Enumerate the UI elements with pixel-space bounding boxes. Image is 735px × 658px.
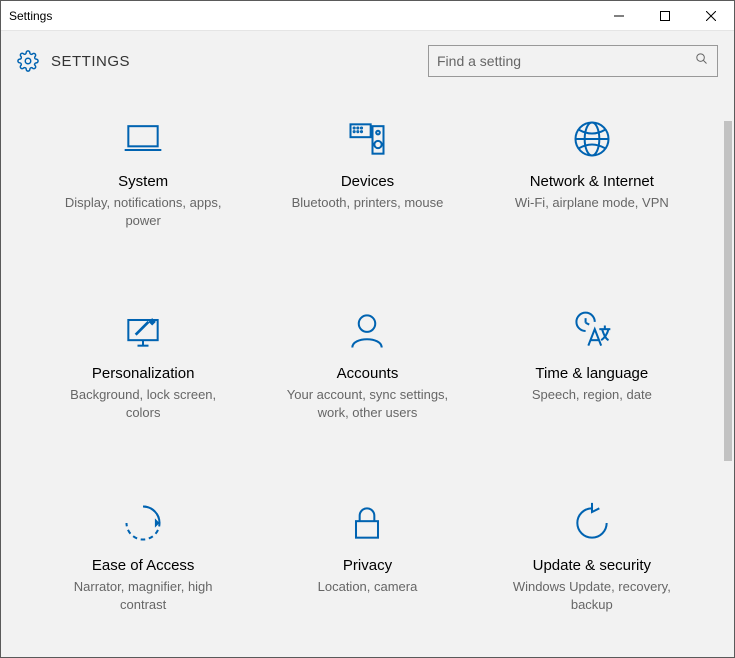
tile-devices[interactable]: Devices Bluetooth, printers, mouse	[265, 117, 469, 229]
content-area: SETTINGS System Display, notifications, …	[1, 31, 734, 657]
tile-ease-of-access[interactable]: Ease of Access Narrator, magnifier, high…	[41, 501, 245, 613]
tile-title: Accounts	[337, 365, 399, 382]
tile-title: Personalization	[92, 365, 195, 382]
gear-icon	[17, 50, 39, 72]
tile-title: Ease of Access	[92, 557, 195, 574]
time-language-icon	[570, 309, 614, 353]
tile-time-language[interactable]: Time & language Speech, region, date	[490, 309, 694, 421]
page-title: SETTINGS	[51, 53, 130, 70]
search-box[interactable]	[428, 45, 718, 77]
tile-privacy[interactable]: Privacy Location, camera	[265, 501, 469, 613]
tile-title: Network & Internet	[530, 173, 654, 190]
close-button[interactable]	[688, 1, 734, 31]
maximize-icon	[660, 11, 670, 21]
titlebar: Settings	[1, 1, 734, 31]
tile-desc: Background, lock screen, colors	[58, 386, 228, 421]
scrollbar[interactable]	[720, 121, 734, 657]
tile-desc: Wi-Fi, airplane mode, VPN	[515, 194, 669, 212]
tile-title: System	[118, 173, 168, 190]
window-title: Settings	[1, 9, 52, 23]
close-icon	[706, 11, 716, 21]
tile-desc: Windows Update, recovery, backup	[507, 578, 677, 613]
tile-desc: Display, notifications, apps, power	[58, 194, 228, 229]
tile-title: Update & security	[533, 557, 651, 574]
globe-icon	[570, 117, 614, 161]
tile-title: Devices	[341, 173, 394, 190]
tile-personalization[interactable]: Personalization Background, lock screen,…	[41, 309, 245, 421]
tile-desc: Location, camera	[318, 578, 418, 596]
tile-accounts[interactable]: Accounts Your account, sync settings, wo…	[265, 309, 469, 421]
minimize-icon	[614, 11, 624, 21]
tile-update-security[interactable]: Update & security Windows Update, recove…	[490, 501, 694, 613]
maximize-button[interactable]	[642, 1, 688, 31]
header-left: SETTINGS	[17, 50, 130, 72]
tile-desc: Your account, sync settings, work, other…	[282, 386, 452, 421]
person-icon	[345, 309, 389, 353]
ease-of-access-icon	[121, 501, 165, 545]
settings-grid: System Display, notifications, apps, pow…	[1, 87, 734, 653]
tile-system[interactable]: System Display, notifications, apps, pow…	[41, 117, 245, 229]
window-controls	[596, 1, 734, 31]
personalization-icon	[121, 309, 165, 353]
system-icon	[121, 117, 165, 161]
update-icon	[570, 501, 614, 545]
tile-desc: Bluetooth, printers, mouse	[292, 194, 444, 212]
search-icon	[694, 51, 709, 71]
page-header: SETTINGS	[1, 31, 734, 87]
minimize-button[interactable]	[596, 1, 642, 31]
scroll-thumb[interactable]	[724, 121, 732, 461]
lock-icon	[345, 501, 389, 545]
devices-icon	[345, 117, 389, 161]
search-input[interactable]	[437, 53, 694, 69]
tile-desc: Speech, region, date	[532, 386, 652, 404]
tile-title: Privacy	[343, 557, 392, 574]
tile-desc: Narrator, magnifier, high contrast	[58, 578, 228, 613]
tile-network[interactable]: Network & Internet Wi-Fi, airplane mode,…	[490, 117, 694, 229]
tile-title: Time & language	[535, 365, 648, 382]
